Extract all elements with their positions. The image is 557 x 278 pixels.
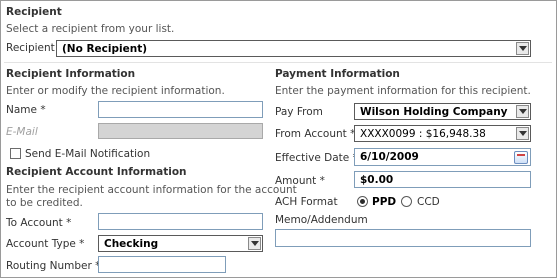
email-label: E-Mail <box>6 126 38 138</box>
recipient-heading: Recipient <box>6 6 62 18</box>
chevron-down-icon <box>518 109 527 114</box>
pay-from-dropdown-button[interactable] <box>516 105 529 118</box>
name-input[interactable] <box>98 101 263 118</box>
pay-from-select-value: Wilson Holding Company <box>360 106 508 118</box>
amount-label: Amount * <box>275 175 325 187</box>
recipient-dropdown-button[interactable] <box>516 42 529 55</box>
ach-ccd-label: CCD <box>417 196 440 208</box>
chevron-down-icon <box>518 46 527 51</box>
name-label: Name * <box>6 104 46 116</box>
account-type-select-value: Checking <box>104 238 159 250</box>
send-email-notification-checkbox[interactable] <box>10 148 21 159</box>
recipient-info-heading: Recipient Information <box>6 68 136 80</box>
from-account-label: From Account * <box>275 128 356 140</box>
send-email-notification-label: Send E-Mail Notification <box>25 148 151 160</box>
account-info-heading: Recipient Account Information <box>6 166 187 178</box>
from-account-dropdown-button[interactable] <box>516 127 529 140</box>
amount-value: $0.00 <box>360 174 394 186</box>
payment-info-heading: Payment Information <box>275 68 400 80</box>
from-account-select-value: XXXX0099 : $16,948.38 <box>360 128 486 140</box>
account-type-select[interactable]: Checking <box>98 235 263 252</box>
email-input[interactable] <box>98 123 263 139</box>
recipient-instruction: Select a recipient from your list. <box>6 23 175 35</box>
recipient-select[interactable]: (No Recipient) <box>56 40 531 57</box>
account-info-instruction-line2: to be credited. <box>6 197 83 209</box>
account-info-instruction-line1: Enter the recipient account information … <box>6 184 297 196</box>
section-divider <box>4 62 552 63</box>
calendar-icon[interactable] <box>514 151 528 164</box>
payment-info-instruction: Enter the payment information for this r… <box>275 85 531 97</box>
effective-date-label: Effective Date * <box>275 152 358 164</box>
ach-ccd-radio[interactable] <box>401 196 412 207</box>
memo-addendum-label: Memo/Addendum <box>275 214 368 226</box>
ach-format-label: ACH Format <box>275 196 338 208</box>
to-account-input[interactable] <box>98 213 263 230</box>
from-account-select[interactable]: XXXX0099 : $16,948.38 <box>354 125 531 142</box>
routing-number-input[interactable] <box>98 256 226 273</box>
effective-date-value: 6/10/2009 <box>360 151 419 163</box>
recipient-select-value: (No Recipient) <box>62 43 148 55</box>
pay-from-label: Pay From <box>275 106 323 118</box>
routing-number-label: Routing Number * <box>6 260 101 272</box>
account-type-dropdown-button[interactable] <box>248 237 261 250</box>
chevron-down-icon <box>518 131 527 136</box>
account-type-label: Account Type * <box>6 238 85 250</box>
pay-from-select[interactable]: Wilson Holding Company <box>354 103 531 120</box>
chevron-down-icon <box>250 241 259 246</box>
recipient-label: Recipient <box>6 42 55 54</box>
to-account-label: To Account * <box>6 217 72 229</box>
ach-ppd-label: PPD <box>372 196 397 208</box>
memo-addendum-input[interactable] <box>275 229 531 247</box>
amount-input[interactable]: $0.00 <box>354 171 531 188</box>
effective-date-input[interactable]: 6/10/2009 <box>354 148 531 166</box>
ach-ppd-radio[interactable] <box>357 196 368 207</box>
recipient-info-instruction: Enter or modify the recipient informatio… <box>6 85 225 97</box>
